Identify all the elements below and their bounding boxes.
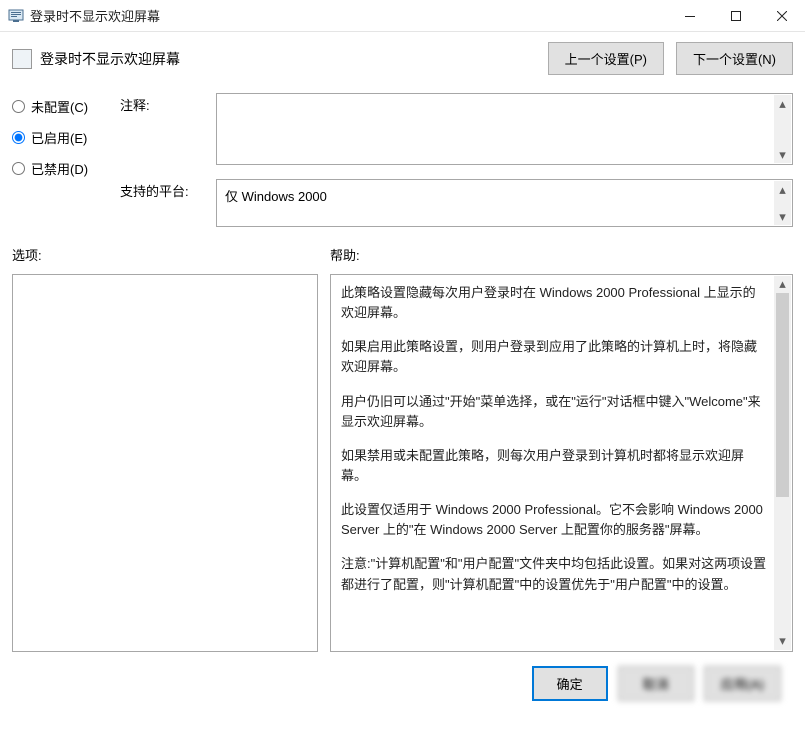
radio-not-configured[interactable]: 未配置(C) [12, 97, 102, 116]
scroll-up-icon: ▴ [774, 181, 791, 198]
previous-setting-button[interactable]: 上一个设置(P) [548, 42, 664, 75]
radio-disabled-label: 已禁用(D) [31, 159, 88, 178]
supported-scrollbar[interactable]: ▴ ▾ [774, 181, 791, 225]
options-panel [12, 274, 318, 652]
radio-enabled-input[interactable] [12, 131, 25, 144]
ok-label: 确定 [557, 677, 583, 692]
apply-label: 应用(A) [721, 677, 764, 692]
options-label: 选项: [12, 245, 318, 274]
next-setting-button[interactable]: 下一个设置(N) [676, 42, 793, 75]
help-paragraph: 如果启用此策略设置，则用户登录到应用了此策略的计算机上时，将隐藏欢迎屏幕。 [341, 337, 768, 377]
radio-disabled[interactable]: 已禁用(D) [12, 159, 102, 178]
help-paragraph: 如果禁用或未配置此策略，则每次用户登录到计算机时都将显示欢迎屏幕。 [341, 446, 768, 486]
ok-button[interactable]: 确定 [532, 666, 608, 701]
comment-label: 注释: [120, 93, 206, 165]
scroll-track[interactable] [774, 293, 791, 633]
supported-label: 支持的平台: [120, 179, 206, 227]
help-paragraph: 用户仍旧可以通过"开始"菜单选择，或在"运行"对话框中键入"Welcome"来显… [341, 392, 768, 432]
policy-header-icon [12, 49, 32, 69]
help-label: 帮助: [330, 245, 793, 274]
radio-enabled[interactable]: 已启用(E) [12, 128, 102, 147]
state-radio-group: 未配置(C) 已启用(E) 已禁用(D) [12, 93, 102, 227]
help-paragraph: 注意:"计算机配置"和"用户配置"文件夹中均包括此设置。如果对这两项设置都进行了… [341, 554, 768, 594]
scroll-down-icon: ▾ [774, 633, 791, 650]
minimize-icon [685, 11, 695, 21]
help-panel: 此策略设置隐藏每次用户登录时在 Windows 2000 Professiona… [330, 274, 793, 652]
help-scrollbar[interactable]: ▴ ▾ [774, 276, 791, 650]
supported-textarea: 仅 Windows 2000 ▴ ▾ [216, 179, 793, 227]
scroll-up-icon: ▴ [774, 95, 791, 112]
policy-header: 登录时不显示欢迎屏幕 上一个设置(P) 下一个设置(N) [12, 42, 793, 75]
comment-textarea[interactable]: ▴ ▾ [216, 93, 793, 165]
policy-title: 登录时不显示欢迎屏幕 [40, 49, 548, 69]
window-minimize-button[interactable] [667, 0, 713, 32]
radio-disabled-input[interactable] [12, 162, 25, 175]
cancel-button[interactable]: 取消 [618, 666, 694, 701]
window-close-button[interactable] [759, 0, 805, 32]
next-setting-label: 下一个设置(N) [693, 52, 776, 67]
scroll-thumb[interactable] [776, 293, 789, 497]
scroll-down-icon: ▾ [774, 146, 791, 163]
comment-scrollbar[interactable]: ▴ ▾ [774, 95, 791, 163]
supported-value: 仅 Windows 2000 [225, 189, 327, 204]
scroll-down-icon: ▾ [774, 208, 791, 225]
help-paragraph: 此策略设置隐藏每次用户登录时在 Windows 2000 Professiona… [341, 283, 768, 323]
window-maximize-button[interactable] [713, 0, 759, 32]
radio-not-configured-label: 未配置(C) [31, 97, 88, 116]
radio-enabled-label: 已启用(E) [31, 128, 87, 147]
radio-not-configured-input[interactable] [12, 100, 25, 113]
scroll-up-icon: ▴ [774, 276, 791, 293]
policy-icon [8, 8, 24, 24]
help-paragraph: 此设置仅适用于 Windows 2000 Professional。它不会影响 … [341, 500, 768, 540]
window-titlebar: 登录时不显示欢迎屏幕 [0, 0, 805, 32]
window-title: 登录时不显示欢迎屏幕 [30, 6, 667, 25]
close-icon [777, 11, 787, 21]
apply-button[interactable]: 应用(A) [704, 666, 781, 701]
previous-setting-label: 上一个设置(P) [565, 52, 647, 67]
cancel-label: 取消 [643, 677, 669, 692]
maximize-icon [731, 11, 741, 21]
